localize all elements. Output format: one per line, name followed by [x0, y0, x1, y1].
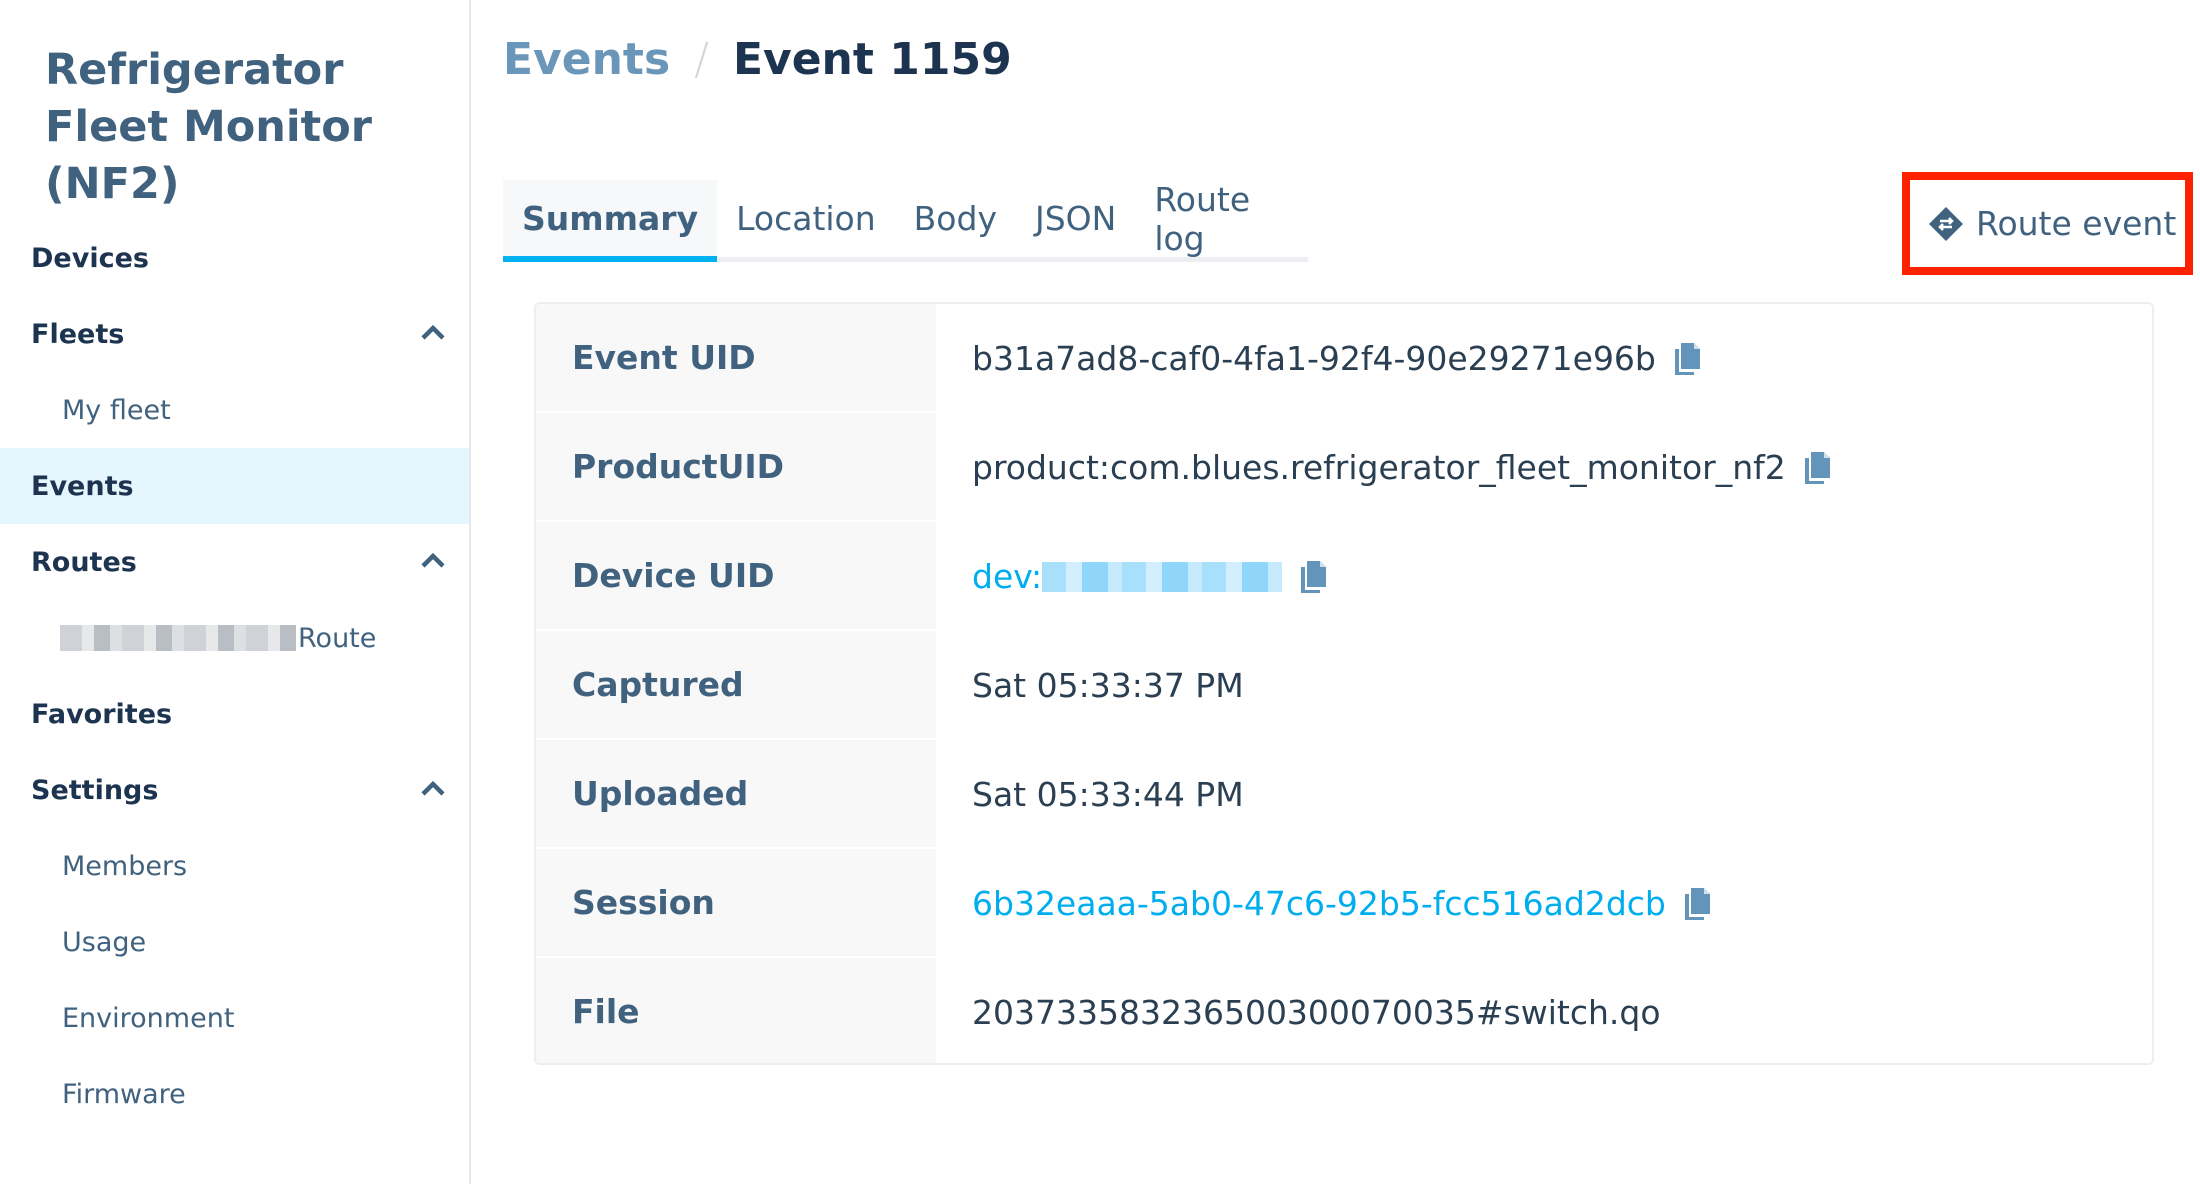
nav-label: Settings [31, 774, 159, 806]
sidebar-item-settings[interactable]: Settings [0, 752, 469, 828]
tab-route-log[interactable]: Route log [1135, 180, 1308, 258]
tab-location[interactable]: Location [717, 180, 895, 257]
route-event-button[interactable]: Route event [1902, 172, 2193, 275]
sidebar-nav: Devices Fleets My fleet Events Routes Ro… [0, 220, 469, 1132]
nav-label: Events [31, 470, 134, 502]
field-label: ProductUID [536, 413, 936, 522]
field-label: Session [536, 849, 936, 958]
nav-label: Devices [31, 242, 149, 274]
field-value-text: product:com.blues.refrigerator_fleet_mon… [972, 448, 1786, 487]
field-label: Event UID [536, 304, 936, 413]
nav-label: Favorites [31, 698, 173, 730]
tab-body[interactable]: Body [895, 180, 1016, 257]
sidebar-item-routes[interactable]: Routes [0, 524, 469, 600]
table-row: ProductUID product:com.blues.refrigerator… [536, 413, 2152, 522]
table-row: Captured Sat 05:33:37 PM [536, 631, 2152, 740]
field-value-text[interactable]: dev: [972, 557, 1042, 596]
table-row: File 20373358323650030007003​5#switch.qo [536, 958, 2152, 1063]
redacted-route-name [60, 625, 296, 651]
sidebar-item-environment[interactable]: Environment [0, 980, 469, 1056]
page-title: Event 1159 [732, 34, 1012, 85]
tab-json[interactable]: JSON [1016, 180, 1135, 257]
sidebar-item-firmware[interactable]: Firmware [0, 1056, 469, 1132]
breadcrumb-events-link[interactable]: Events [503, 34, 670, 85]
nav-label: Firmware [62, 1078, 186, 1110]
field-value: product:com.blues.refrigerator_fleet_mon… [936, 413, 2152, 522]
nav-label: Routes [31, 546, 137, 578]
sidebar: Refrigerator Fleet Monitor (NF2) Devices… [0, 0, 471, 1184]
nav-label: Usage [62, 926, 147, 958]
field-value-text: Sat 05:33:37 PM [972, 666, 1244, 705]
nav-label: Route [298, 622, 377, 654]
tab-bar: Summary Location Body JSON Route log [503, 180, 1308, 262]
field-value-text: 20373358323650030007003​5#switch.qo [972, 993, 1661, 1032]
tab-summary[interactable]: Summary [503, 180, 718, 262]
field-value: Sat 05:33:44 PM [936, 740, 2152, 849]
field-value: Sat 05:33:37 PM [936, 631, 2152, 740]
field-label: Captured [536, 631, 936, 740]
sidebar-item-fleets[interactable]: Fleets [0, 296, 469, 372]
sidebar-item-my-fleet[interactable]: My fleet [0, 372, 469, 448]
table-row: Session 6b32eaaa-5ab0-47c6-92b5-fcc516ad2… [536, 849, 2152, 958]
field-value-text: b31a7ad8-caf0-4fa1-92f4-90e29271e96b [972, 339, 1656, 378]
nav-label: Environment [62, 1002, 235, 1034]
field-value: b31a7ad8-caf0-4fa1-92f4-90e29271e96b [936, 304, 2152, 413]
field-value-text: Sat 05:33:44 PM [972, 775, 1244, 814]
sidebar-item-usage[interactable]: Usage [0, 904, 469, 980]
table-row: Uploaded Sat 05:33:44 PM [536, 740, 2152, 849]
chevron-up-icon[interactable] [420, 322, 446, 342]
main-content: Events / Event 1159 Summary Location Bod… [471, 0, 2200, 1184]
table-row: Device UID dev: [536, 522, 2152, 631]
chevron-up-icon[interactable] [420, 550, 446, 570]
table-row: Event UID b31a7ad8-caf0-4fa1-92f4-90e2927… [536, 304, 2152, 413]
chevron-up-icon[interactable] [420, 778, 446, 798]
redacted-device-id [1042, 561, 1283, 592]
route-diamond-icon [1929, 206, 1963, 241]
route-event-label: Route event [1976, 204, 2177, 243]
sidebar-item-route[interactable]: Route [0, 600, 469, 676]
field-value: 20373358323650030007003​5#switch.qo [936, 958, 2152, 1063]
field-value: dev: [936, 522, 2152, 631]
sidebar-item-devices[interactable]: Devices [0, 220, 469, 296]
copy-icon[interactable] [1298, 559, 1328, 595]
field-value-text[interactable]: 6b32eaaa-5ab0-47c6-92b5-fcc516ad2dcb [972, 884, 1666, 923]
app-title: Refrigerator Fleet Monitor (NF2) [45, 45, 372, 209]
sidebar-item-favorites[interactable]: Favorites [0, 676, 469, 752]
breadcrumb-separator: / [694, 34, 709, 85]
field-value: 6b32eaaa-5ab0-47c6-92b5-fcc516ad2dcb [936, 849, 2152, 958]
field-label: Uploaded [536, 740, 936, 849]
event-details-table: Event UID b31a7ad8-caf0-4fa1-92f4-90e2927… [534, 302, 2154, 1065]
copy-icon[interactable] [1672, 341, 1702, 377]
nav-label: My fleet [62, 394, 171, 426]
copy-icon[interactable] [1802, 450, 1832, 486]
field-label: Device UID [536, 522, 936, 631]
sidebar-item-events[interactable]: Events [0, 448, 469, 524]
nav-label: Members [62, 850, 188, 882]
copy-icon[interactable] [1682, 886, 1712, 922]
field-label: File [536, 958, 936, 1063]
nav-label: Fleets [31, 318, 125, 350]
breadcrumb: Events / Event 1159 [503, 34, 1012, 85]
sidebar-item-members[interactable]: Members [0, 828, 469, 904]
